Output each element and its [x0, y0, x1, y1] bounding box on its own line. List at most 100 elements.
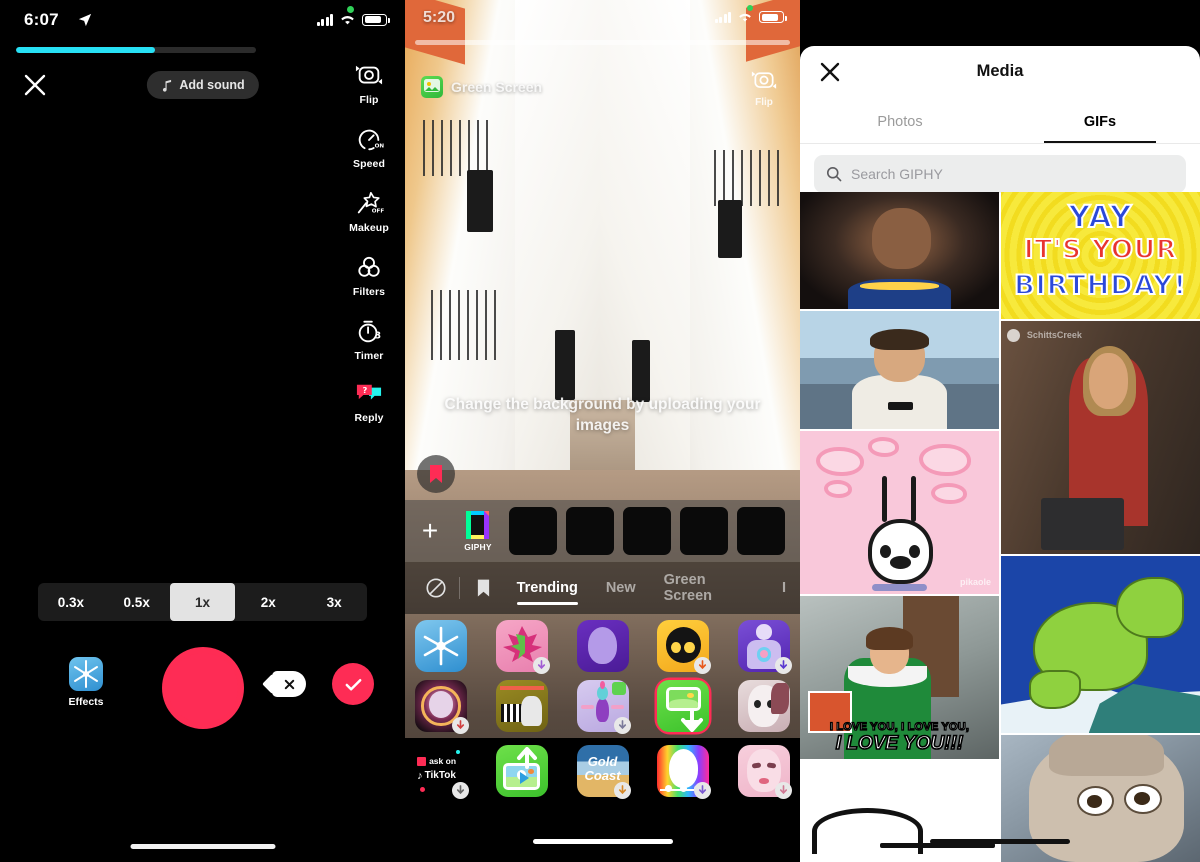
effect-rainbow-light[interactable]: [657, 745, 712, 799]
add-image-button[interactable]: +: [413, 514, 447, 548]
gif-art: I LOVE YOU, I LOVE YOU, I LOVE YOU!!!: [800, 595, 999, 760]
tool-timer[interactable]: 3 Timer: [333, 318, 405, 362]
gif-yay-its-your-birthday[interactable]: YAY IT'S YOUR BIRTHDAY!: [1001, 192, 1200, 319]
gif-outline-sketch[interactable]: [800, 761, 999, 862]
image-slot[interactable]: [623, 507, 671, 555]
speed-option-0.5x[interactable]: 0.5x: [104, 583, 170, 621]
download-badge[interactable]: [452, 717, 469, 734]
speed-selector[interactable]: 0.3x 0.5x 1x 2x 3x: [38, 583, 367, 621]
download-badge[interactable]: [775, 782, 792, 799]
effect-green-screen-video[interactable]: [495, 745, 548, 797]
add-sound-label: Add sound: [179, 78, 245, 92]
download-badge[interactable]: [694, 657, 712, 674]
effect-purple-blob[interactable]: [576, 620, 629, 672]
effects-category-tabs: Trending New Green Screen I: [405, 562, 800, 614]
effects-button[interactable]: Effects: [62, 657, 110, 708]
speed-option-3x[interactable]: 3x: [301, 583, 367, 621]
gif-art: [800, 311, 999, 429]
tab-trending[interactable]: Trending: [503, 562, 592, 614]
effect-alien-dancer[interactable]: [576, 680, 631, 734]
panel-media-giphy-picker: Media Photos GIFs Search GIPHY pikaole I…: [800, 0, 1200, 862]
gif-pink-bunny-thinking[interactable]: pikaole: [800, 430, 999, 594]
gif-art: [1001, 556, 1200, 734]
effect-snowflake[interactable]: [415, 620, 467, 672]
birthday-text-line-2: IT'S YOUR: [1023, 234, 1178, 266]
svg-text:?: ?: [363, 385, 368, 395]
speed-option-1x[interactable]: 1x: [169, 583, 236, 621]
tab-partial[interactable]: I: [768, 562, 800, 614]
divider: [459, 577, 461, 599]
gif-schitts-creek-laptop[interactable]: SchittsCreek: [1001, 320, 1200, 555]
battery-icon: [362, 13, 390, 26]
panel-green-screen-effects: 5:20 Green Screen Flip Change the backgr…: [405, 0, 800, 862]
favorite-button[interactable]: [417, 455, 455, 493]
speed-option-2x[interactable]: 2x: [235, 583, 301, 621]
status-bar: 5:20: [405, 0, 800, 36]
tool-speed[interactable]: ON Speed: [333, 126, 405, 170]
download-badge[interactable]: [452, 782, 469, 799]
download-badge[interactable]: [613, 717, 631, 734]
effect-ask-on-tiktok[interactable]: ask on ♪ TikTok: [415, 745, 469, 799]
effects-row: [415, 620, 792, 674]
effect-brawl-stars[interactable]: [657, 620, 712, 674]
birthday-text-line-3: BIRTHDAY!: [1013, 269, 1187, 302]
tool-flip[interactable]: Flip: [333, 62, 405, 106]
tab-new[interactable]: New: [592, 562, 650, 614]
add-sound-button[interactable]: Add sound: [146, 71, 259, 99]
image-slot[interactable]: [566, 507, 614, 555]
effect-gold-coast[interactable]: Gold Coast: [576, 745, 631, 799]
tool-label: Makeup: [349, 222, 389, 234]
no-effect-icon[interactable]: [417, 577, 455, 599]
bookmark-favorite-icon: [430, 465, 442, 483]
delete-clip-button[interactable]: [272, 671, 306, 697]
giphy-button[interactable]: GIPHY: [456, 510, 500, 552]
effect-maple-leaf[interactable]: [495, 620, 550, 674]
effects-row: [415, 680, 790, 734]
media-tabs: Photos GIFs: [800, 100, 1200, 144]
tab-photos[interactable]: Photos: [800, 100, 1000, 143]
gif-grinch-sneaking[interactable]: [1001, 556, 1200, 734]
effect-green-screen-selected[interactable]: [657, 680, 710, 732]
tab-gifs[interactable]: GIFs: [1000, 100, 1200, 143]
check-icon: [345, 678, 361, 691]
wifi-icon: [341, 16, 354, 25]
download-badge[interactable]: [775, 657, 792, 674]
gif-elf-i-love-you[interactable]: I LOVE YOU, I LOVE YOU, I LOVE YOU!!!: [800, 595, 999, 760]
search-giphy-input[interactable]: Search GIPHY: [814, 155, 1186, 193]
record-button[interactable]: [161, 647, 244, 729]
bookmark-icon[interactable]: [464, 578, 502, 598]
download-badge[interactable]: [694, 782, 712, 799]
tool-filters[interactable]: Filters: [333, 254, 405, 298]
balcony-rail: [431, 290, 497, 360]
gif-man-in-white-tuxedo[interactable]: [800, 311, 999, 429]
speed-option-0.3x[interactable]: 0.3x: [38, 583, 104, 621]
image-slot[interactable]: [737, 507, 785, 555]
tab-green-screen[interactable]: Green Screen: [650, 562, 768, 614]
balcony-rail: [423, 120, 489, 176]
sheet-header: Media: [800, 46, 1200, 100]
confirm-check-button[interactable]: [332, 663, 374, 705]
gif-caption: I LOVE YOU, I LOVE YOU, I LOVE YOU!!!: [800, 720, 999, 759]
download-badge[interactable]: [613, 782, 631, 799]
effect-blue-hero[interactable]: [738, 620, 792, 674]
image-slot[interactable]: [509, 507, 557, 555]
camera-tool-rail: Flip ON Speed OFF Makeup Filters 3 Timer…: [333, 62, 405, 424]
effect-barcode-scan[interactable]: [495, 680, 548, 732]
image-slot[interactable]: [680, 507, 728, 555]
close-icon[interactable]: [20, 70, 50, 100]
gif-basketball-player[interactable]: [800, 192, 999, 310]
wifi-icon: [739, 13, 751, 22]
capture-controls: Effects: [0, 645, 405, 745]
effect-doll-face[interactable]: [738, 680, 790, 732]
status-time: 5:20: [423, 9, 456, 26]
home-indicator: [130, 844, 275, 849]
effect-portrait-glow[interactable]: [415, 680, 469, 734]
tool-label: Speed: [352, 158, 385, 170]
tool-reply[interactable]: ? Reply: [333, 382, 405, 424]
download-badge[interactable]: [532, 657, 550, 674]
green-screen-label: Green Screen: [451, 79, 543, 95]
effect-pink-beauty[interactable]: [738, 745, 792, 799]
tool-flip[interactable]: Flip: [736, 68, 792, 108]
gif-art: [800, 192, 999, 310]
tool-makeup[interactable]: OFF Makeup: [333, 190, 405, 234]
